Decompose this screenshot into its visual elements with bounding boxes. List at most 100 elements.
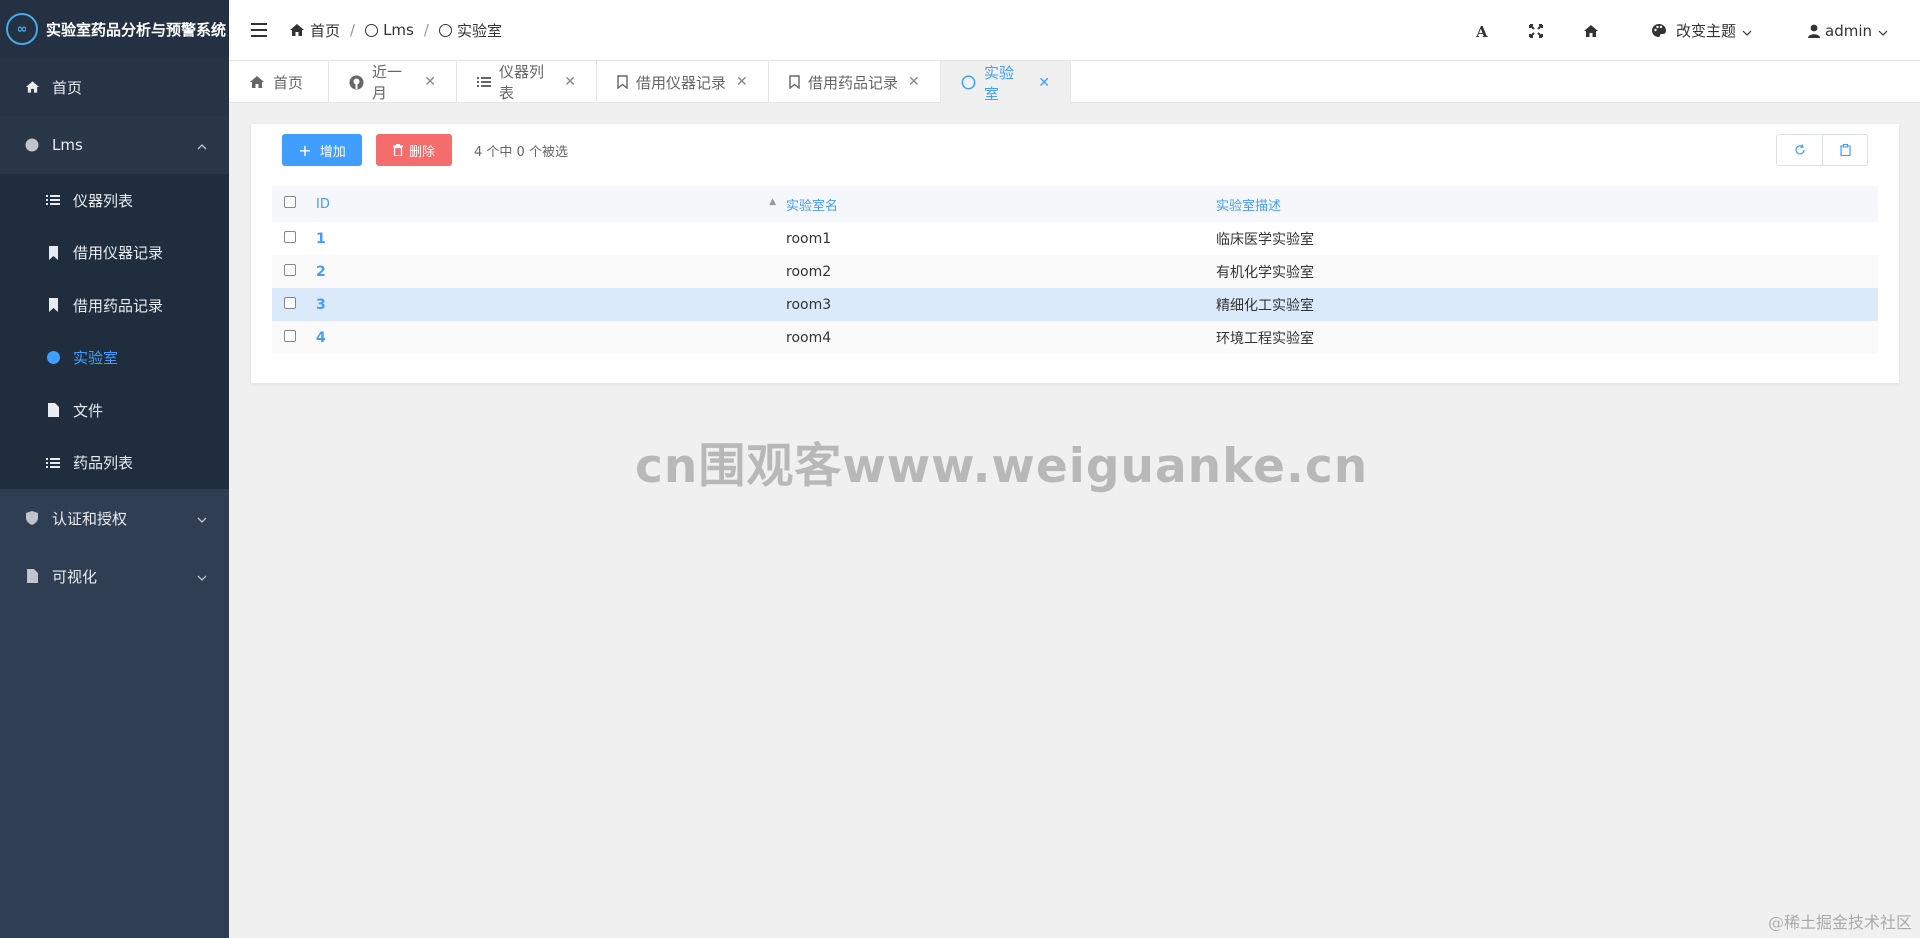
- sidebar-item-drug-list[interactable]: 药品列表: [0, 437, 229, 490]
- top-header: 首页 / Lms / 实验室 A 改变主题 admin: [229, 0, 1920, 61]
- sort-asc-icon[interactable]: ▲: [769, 197, 776, 207]
- tab-instrument-list[interactable]: 仪器列表 ✕: [457, 61, 597, 103]
- sidebar-item-label: 药品列表: [73, 454, 134, 473]
- table-row[interactable]: 2 room2 有机化学实验室: [272, 255, 1878, 288]
- plus-icon: +: [298, 140, 312, 160]
- name-cell: room3: [786, 288, 1216, 321]
- file-icon: [45, 402, 61, 418]
- header-actions: A 改变主题 admin: [1476, 0, 1920, 61]
- theme-dropdown[interactable]: 改变主题: [1651, 20, 1752, 41]
- chevron-down-icon: [197, 567, 207, 585]
- tab-label: 借用药品记录: [808, 73, 899, 92]
- row-id-link[interactable]: 1: [316, 231, 326, 247]
- close-icon[interactable]: ✕: [564, 74, 576, 90]
- sidebar-item-auth[interactable]: 认证和授权: [0, 489, 229, 547]
- row-id-link[interactable]: 4: [316, 330, 326, 346]
- table-toolbar: + 增加 删除 4 个中 0 个被选: [282, 134, 1868, 166]
- row-checkbox[interactable]: [284, 329, 296, 342]
- app-logo: ∞: [6, 13, 38, 45]
- row-checkbox[interactable]: [284, 296, 296, 309]
- font-size-icon[interactable]: A: [1476, 24, 1489, 38]
- bookmark-icon: [45, 297, 61, 313]
- palette-icon: [1651, 23, 1667, 38]
- close-icon[interactable]: ✕: [736, 74, 748, 90]
- breadcrumb-home[interactable]: 首页: [289, 20, 340, 41]
- footer-watermark: @稀土掘金技术社区: [1767, 913, 1912, 932]
- row-checkbox[interactable]: [284, 230, 296, 243]
- desc-cell: 临床医学实验室: [1216, 231, 1314, 248]
- sidebar: ∞ 实验室药品分析与预警系统 首页 Lms 仪器列表 借用仪器记录 借用药品记录…: [0, 0, 229, 938]
- refresh-icon[interactable]: [1777, 135, 1822, 165]
- home-icon: [289, 23, 305, 37]
- row-select-cell: [272, 288, 316, 321]
- sidebar-item-home[interactable]: 首页: [0, 58, 229, 116]
- tab-label: 借用仪器记录: [636, 73, 727, 92]
- sidebar-item-files[interactable]: 文件: [0, 384, 229, 437]
- sidebar-item-label: 借用药品记录: [73, 296, 164, 315]
- user-dropdown[interactable]: admin: [1808, 22, 1888, 40]
- chevron-down-icon: [1878, 22, 1888, 40]
- bookmark-outline-icon: [617, 75, 628, 89]
- id-cell: 2: [316, 255, 786, 288]
- dot-icon: [45, 350, 61, 366]
- main-content: + 增加 删除 4 个中 0 个被选 ID ▲ 实验室名 实验室描述 1 roo…: [229, 104, 1920, 938]
- table-row[interactable]: 1 room1 临床医学实验室: [272, 222, 1878, 255]
- sidebar-item-laboratory[interactable]: 实验室: [0, 332, 229, 385]
- tab-last-month[interactable]: 近一月 ✕: [329, 61, 457, 103]
- table-row[interactable]: 3 room3 精细化工实验室: [272, 288, 1878, 321]
- desc-cell: 环境工程实验室: [1216, 321, 1878, 354]
- hamburger-menu-icon[interactable]: [251, 23, 267, 37]
- list-icon: [45, 455, 61, 471]
- column-label: 实验室名: [786, 198, 839, 214]
- sidebar-item-borrow-drug[interactable]: 借用药品记录: [0, 279, 229, 332]
- chevron-up-icon: [197, 136, 207, 154]
- row-select-cell: [272, 321, 316, 354]
- tab-borrow-drug[interactable]: 借用药品记录 ✕: [769, 61, 941, 103]
- sidebar-item-label: 借用仪器记录: [73, 244, 164, 263]
- list-icon: [477, 76, 491, 88]
- home-icon[interactable]: [1583, 24, 1599, 38]
- add-button[interactable]: + 增加: [282, 134, 362, 166]
- circle-outline-icon: [365, 23, 379, 37]
- name-cell: room1: [786, 230, 832, 247]
- column-label: 实验室描述: [1216, 198, 1282, 214]
- sidebar-item-visualization[interactable]: 可视化: [0, 547, 229, 605]
- breadcrumb-lms[interactable]: Lms: [365, 21, 414, 39]
- tab-label: 实验室: [984, 63, 1015, 103]
- sidebar-item-borrow-instrument[interactable]: 借用仪器记录: [0, 227, 229, 280]
- breadcrumb-laboratory: 实验室: [438, 20, 502, 41]
- circle-outline-icon: [438, 23, 452, 37]
- tab-laboratory[interactable]: 实验室 ✕: [941, 61, 1071, 104]
- tab-borrow-instrument[interactable]: 借用仪器记录 ✕: [597, 61, 769, 103]
- sidebar-item-label: 仪器列表: [73, 191, 134, 210]
- delete-button[interactable]: 删除: [376, 134, 452, 166]
- breadcrumb-separator: /: [350, 21, 356, 39]
- desc-cell: 有机化学实验室: [1216, 255, 1878, 288]
- row-id-link[interactable]: 2: [316, 264, 326, 280]
- sidebar-item-lms[interactable]: Lms: [0, 116, 229, 174]
- tab-label: 首页: [273, 73, 304, 92]
- close-icon[interactable]: ✕: [908, 74, 920, 90]
- table-row[interactable]: 4 room4 环境工程实验室: [272, 321, 1878, 354]
- tab-home[interactable]: 首页: [229, 61, 329, 103]
- sidebar-item-label: 实验室: [73, 349, 119, 368]
- sidebar-item-instrument-list[interactable]: 仪器列表: [0, 174, 229, 227]
- clipboard-icon[interactable]: [1822, 135, 1867, 165]
- column-header-name[interactable]: 实验室名: [786, 186, 1216, 222]
- brand[interactable]: ∞ 实验室药品分析与预警系统: [0, 0, 229, 58]
- watermark: cn围观客www.weiguanke.cn: [635, 439, 1369, 494]
- close-icon[interactable]: ✕: [424, 74, 436, 90]
- circle-outline-icon: [961, 75, 976, 90]
- laboratory-panel: + 增加 删除 4 个中 0 个被选 ID ▲ 实验室名 实验室描述 1 roo…: [251, 124, 1899, 383]
- column-header-id[interactable]: ID ▲: [316, 186, 786, 222]
- sidebar-item-label: 认证和授权: [52, 509, 128, 528]
- tab-bar: 首页 近一月 ✕ 仪器列表 ✕ 借用仪器记录 ✕ 借用药品记录 ✕ 实验室 ✕: [229, 61, 1920, 104]
- column-header-desc[interactable]: 实验室描述: [1216, 186, 1878, 222]
- name-cell: room2: [786, 255, 1216, 288]
- sidebar-item-label: 文件: [73, 401, 104, 420]
- fullscreen-icon[interactable]: [1528, 23, 1543, 38]
- select-all-checkbox[interactable]: [284, 196, 296, 208]
- row-id-link[interactable]: 3: [316, 297, 326, 313]
- close-icon[interactable]: ✕: [1038, 75, 1050, 91]
- row-checkbox[interactable]: [284, 263, 296, 276]
